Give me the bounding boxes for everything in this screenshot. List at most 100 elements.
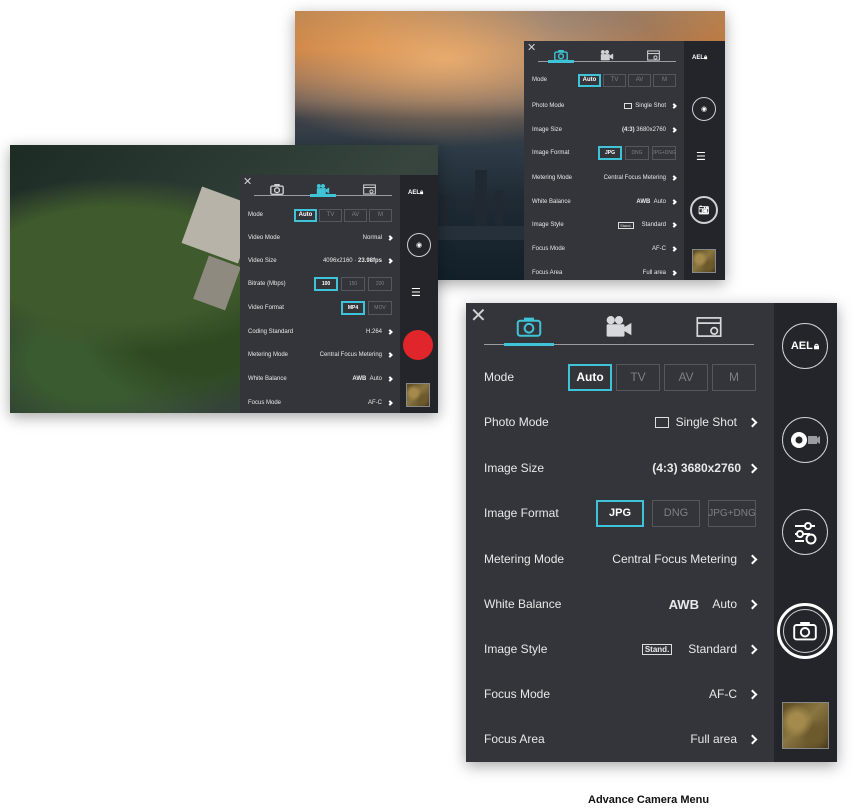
gallery-thumbnail[interactable] <box>782 702 829 749</box>
image-size-row[interactable]: Image Size (4:3) 3680x2760 <box>524 124 684 136</box>
focus-mode-label: Focus Mode <box>484 687 551 701</box>
format-mp4[interactable]: MP4 <box>341 301 365 315</box>
image-style-row[interactable]: Image Style Stand. Standard <box>466 639 774 659</box>
bitrate-150[interactable]: 150 <box>341 277 365 291</box>
tab-video[interactable] <box>574 310 664 344</box>
tab-photo[interactable] <box>484 310 574 346</box>
mode-av[interactable]: AV <box>344 208 367 222</box>
coding-row[interactable]: Coding Standard H.264 <box>240 326 400 338</box>
tab-video[interactable] <box>584 50 630 61</box>
white-balance-row[interactable]: White Balance AWB Auto <box>240 373 400 385</box>
mode-label: Mode <box>248 212 264 218</box>
tab-video[interactable] <box>300 184 346 197</box>
ael-button[interactable]: AEL🔒︎ <box>782 323 828 369</box>
mode-av[interactable]: AV <box>664 363 708 391</box>
image-size-value: 3680x2760 <box>636 127 666 133</box>
format-dng[interactable]: DNG <box>652 499 700 527</box>
white-balance-row[interactable]: White Balance AWB Auto <box>524 196 684 208</box>
focus-area-value: Full area <box>690 732 737 746</box>
video-size-row[interactable]: Video Size 4096x2160 · 23.98fps <box>240 255 400 267</box>
gallery-thumbnail[interactable] <box>406 383 430 407</box>
ael-button[interactable]: AEL🔒︎ <box>692 55 707 62</box>
format-mov[interactable]: MOV <box>368 301 392 315</box>
mode-auto[interactable]: Auto <box>568 363 612 391</box>
focus-area-row[interactable]: Focus Area Full area <box>524 267 684 279</box>
awb-label: AWB <box>668 596 699 612</box>
mode-tv[interactable]: TV <box>603 73 626 87</box>
lock-icon: 🔒︎ <box>420 190 424 196</box>
video-camera-icon <box>316 184 330 195</box>
chevron-right-icon <box>671 199 677 205</box>
filter-settings-icon[interactable]: ☰ <box>411 286 421 299</box>
mode-m[interactable]: M <box>369 208 392 222</box>
format-jpg[interactable]: JPG <box>596 499 644 527</box>
format-jpg-dng[interactable]: JPG+DNG <box>708 499 756 527</box>
gallery-thumbnail[interactable] <box>692 249 716 273</box>
photo-video-switch[interactable] <box>782 417 828 463</box>
metering-label: Metering Mode <box>532 175 573 181</box>
white-balance-row[interactable]: White Balance AWB Auto <box>466 594 774 614</box>
chevron-right-icon <box>671 270 677 276</box>
shutter-button[interactable]: 📷︎ <box>690 196 718 224</box>
metering-row[interactable]: Metering Mode Central Focus Metering <box>466 549 774 569</box>
image-style-value: Standard <box>688 642 737 656</box>
focus-area-row[interactable]: Focus Area Full area <box>466 729 774 749</box>
filter-settings-icon[interactable]: ☰ <box>696 150 706 163</box>
photo-mode-value: Single Shot <box>675 415 737 429</box>
photo-mode-value: Single Shot <box>635 103 666 109</box>
video-size-label: Video Size <box>248 258 277 264</box>
photo-menu-large-screenshot: ✕ Mode Auto TV AV M Photo Mode Single Sh… <box>466 303 837 762</box>
image-style-row[interactable]: Image Style Stand. Standard <box>524 219 684 231</box>
video-mode-row[interactable]: Video Mode Normal <box>240 232 400 244</box>
focus-mode-row[interactable]: Focus Mode AF-C <box>466 684 774 704</box>
mode-tv[interactable]: TV <box>616 363 660 391</box>
mode-tv[interactable]: TV <box>319 208 342 222</box>
caption: Advance Camera Menu <box>588 794 710 806</box>
side-rail-small: AEL🔒︎ ◉ ☰ <box>400 175 438 413</box>
photo-menu-large: ✕ Mode Auto TV AV M Photo Mode Single Sh… <box>466 303 774 762</box>
white-balance-value: Auto <box>712 597 737 611</box>
close-icon[interactable]: ✕ <box>527 41 536 54</box>
mode-av[interactable]: AV <box>628 73 651 87</box>
metering-row[interactable]: Metering Mode Central Focus Metering <box>240 349 400 361</box>
format-jpg[interactable]: JPG <box>598 146 622 160</box>
awb-label: AWB <box>352 376 367 382</box>
ael-button[interactable]: AEL🔒︎ <box>408 190 423 197</box>
mode-auto[interactable]: Auto <box>578 73 601 87</box>
tab-settings[interactable] <box>346 184 392 195</box>
mode-auto[interactable]: Auto <box>294 208 317 222</box>
photo-video-switch[interactable]: ◉ <box>692 97 716 121</box>
sliders-settings-icon <box>795 522 817 545</box>
close-icon[interactable]: ✕ <box>243 175 252 188</box>
photo-video-switch[interactable]: ◉ <box>407 233 431 257</box>
bitrate-200[interactable]: 200 <box>368 277 392 291</box>
focus-mode-row[interactable]: Focus Mode AF-C <box>524 243 684 255</box>
photo-mode-label: Photo Mode <box>484 415 549 429</box>
format-jpg-dng[interactable]: JPG+DNG <box>652 146 676 160</box>
format-dng[interactable]: DNG <box>625 146 649 160</box>
metering-label: Metering Mode <box>248 352 289 358</box>
bitrate-100[interactable]: 100 <box>314 277 338 291</box>
chevron-right-icon <box>747 644 758 654</box>
focus-area-label: Focus Area <box>532 270 563 276</box>
shutter-button[interactable] <box>777 603 833 659</box>
single-shot-icon <box>654 416 669 428</box>
filter-settings-button[interactable] <box>782 509 828 555</box>
mode-m[interactable]: M <box>653 73 676 87</box>
single-shot-icon <box>624 103 633 109</box>
settings-window-icon <box>646 50 660 61</box>
photo-mode-row[interactable]: Photo Mode Single Shot <box>524 100 684 112</box>
metering-row[interactable]: Metering Mode Central Focus Metering <box>524 172 684 184</box>
image-format-row: Image Format JPG DNG JPG+DNG <box>524 145 684 161</box>
mode-m[interactable]: M <box>712 363 756 391</box>
settings-window-icon <box>696 317 722 337</box>
tab-photo[interactable] <box>254 184 300 195</box>
focus-mode-row[interactable]: Focus Mode AF-C <box>240 397 400 409</box>
photo-mode-row[interactable]: Photo Mode Single Shot <box>466 412 774 432</box>
tab-settings[interactable] <box>630 50 676 61</box>
record-button[interactable] <box>403 330 433 360</box>
tab-photo[interactable] <box>538 50 584 63</box>
image-size-row[interactable]: Image Size (4:3) 3680x2760 <box>466 458 774 478</box>
chevron-right-icon <box>747 463 758 473</box>
tab-settings[interactable] <box>664 310 754 344</box>
